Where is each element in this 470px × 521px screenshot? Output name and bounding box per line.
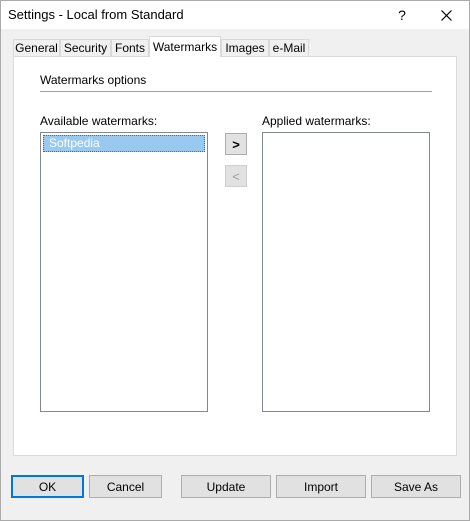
tab-security[interactable]: Security [60, 39, 111, 56]
section-divider [40, 91, 432, 92]
close-button[interactable] [423, 1, 469, 29]
help-icon: ? [398, 7, 406, 23]
remove-watermark-button[interactable]: < [225, 165, 247, 187]
chevron-left-icon: < [232, 168, 240, 184]
tab-general[interactable]: General [13, 39, 60, 56]
applied-watermarks-label: Applied watermarks: [262, 114, 371, 128]
close-icon [440, 9, 452, 21]
watermarks-panel: Watermarks options Available watermarks:… [13, 56, 457, 456]
import-button[interactable]: Import [276, 475, 366, 498]
title-bar[interactable]: Settings - Local from Standard ? [1, 1, 469, 29]
add-watermark-button[interactable]: > [225, 133, 247, 155]
ok-button[interactable]: OK [11, 475, 84, 498]
update-button[interactable]: Update [181, 475, 271, 498]
chevron-right-icon: > [232, 136, 240, 152]
window-title: Settings - Local from Standard [8, 7, 184, 22]
save-as-button[interactable]: Save As [371, 475, 461, 498]
cancel-button[interactable]: Cancel [89, 475, 162, 498]
available-watermarks-label: Available watermarks: [40, 114, 158, 128]
section-label: Watermarks options [40, 73, 147, 87]
tab-watermarks[interactable]: Watermarks [149, 36, 221, 57]
settings-dialog: Settings - Local from Standard ? General… [0, 0, 470, 521]
help-button[interactable]: ? [379, 1, 425, 29]
tab-fonts[interactable]: Fonts [111, 39, 149, 56]
list-item[interactable]: Softpedia [43, 135, 205, 152]
tab-email[interactable]: e-Mail [269, 39, 309, 56]
available-watermarks-list[interactable]: Softpedia [40, 132, 208, 412]
tab-images[interactable]: Images [221, 39, 269, 56]
applied-watermarks-list[interactable] [262, 132, 430, 412]
